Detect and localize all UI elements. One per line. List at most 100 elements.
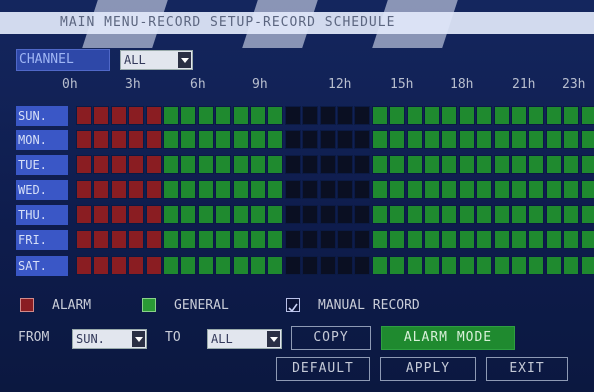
schedule-cell[interactable] — [406, 130, 423, 149]
schedule-cell[interactable] — [319, 130, 336, 149]
schedule-cell[interactable] — [302, 155, 319, 174]
schedule-cell[interactable] — [180, 205, 197, 224]
schedule-cell[interactable] — [337, 205, 353, 224]
schedule-cell[interactable] — [476, 256, 493, 275]
schedule-cell[interactable] — [406, 205, 423, 224]
schedule-cell[interactable] — [476, 130, 493, 149]
schedule-cell[interactable] — [458, 106, 475, 125]
schedule-cell[interactable] — [389, 205, 406, 224]
schedule-cell[interactable] — [580, 155, 594, 174]
schedule-cell[interactable] — [180, 230, 197, 249]
schedule-cell[interactable] — [180, 106, 197, 125]
schedule-cell[interactable] — [545, 106, 562, 125]
schedule-cell[interactable] — [441, 130, 458, 149]
schedule-cell[interactable] — [145, 256, 162, 275]
schedule-cell[interactable] — [250, 205, 266, 224]
schedule-cell[interactable] — [371, 205, 388, 224]
schedule-cell[interactable] — [493, 106, 510, 125]
schedule-cell[interactable] — [93, 155, 110, 174]
schedule-cell[interactable] — [580, 180, 594, 199]
schedule-cell[interactable] — [250, 155, 266, 174]
schedule-cell[interactable] — [197, 256, 214, 275]
schedule-cell[interactable] — [215, 256, 232, 275]
schedule-cell[interactable] — [197, 205, 214, 224]
schedule-cell[interactable] — [441, 256, 458, 275]
schedule-cell[interactable] — [476, 205, 493, 224]
manual-record-checkbox[interactable] — [286, 298, 300, 313]
schedule-cell[interactable] — [563, 230, 580, 249]
schedule-cell[interactable] — [354, 230, 371, 249]
schedule-cell[interactable] — [302, 180, 319, 199]
schedule-cell[interactable] — [232, 205, 249, 224]
schedule-cell[interactable] — [493, 130, 510, 149]
schedule-cell[interactable] — [197, 155, 214, 174]
schedule-cell[interactable] — [110, 205, 127, 224]
schedule-cell[interactable] — [389, 180, 406, 199]
schedule-cell[interactable] — [337, 130, 353, 149]
schedule-cell[interactable] — [424, 130, 440, 149]
schedule-cell[interactable] — [197, 106, 214, 125]
schedule-cell[interactable] — [128, 256, 145, 275]
schedule-cell[interactable] — [493, 155, 510, 174]
schedule-cell[interactable] — [424, 106, 440, 125]
schedule-cell[interactable] — [337, 155, 353, 174]
alarm-mode-button[interactable]: ALARM MODE — [381, 326, 515, 350]
schedule-cell[interactable] — [110, 155, 127, 174]
schedule-cell[interactable] — [284, 155, 301, 174]
schedule-cell[interactable] — [180, 256, 197, 275]
schedule-cell[interactable] — [441, 180, 458, 199]
schedule-cell[interactable] — [250, 256, 266, 275]
schedule-cell[interactable] — [215, 205, 232, 224]
schedule-cell[interactable] — [232, 106, 249, 125]
schedule-cell[interactable] — [458, 205, 475, 224]
schedule-cell[interactable] — [406, 106, 423, 125]
schedule-cell[interactable] — [563, 130, 580, 149]
schedule-cell[interactable] — [163, 205, 179, 224]
schedule-cell[interactable] — [128, 205, 145, 224]
schedule-cell[interactable] — [511, 230, 527, 249]
schedule-cell[interactable] — [354, 106, 371, 125]
schedule-cell[interactable] — [406, 256, 423, 275]
schedule-cell[interactable] — [545, 155, 562, 174]
schedule-cell[interactable] — [354, 180, 371, 199]
schedule-cell[interactable] — [302, 106, 319, 125]
schedule-cell[interactable] — [145, 230, 162, 249]
schedule-cell[interactable] — [110, 180, 127, 199]
schedule-cell[interactable] — [337, 256, 353, 275]
schedule-cell[interactable] — [458, 256, 475, 275]
schedule-cell[interactable] — [93, 106, 110, 125]
apply-button[interactable]: APPLY — [380, 357, 476, 381]
schedule-cell[interactable] — [319, 106, 336, 125]
schedule-cell[interactable] — [493, 256, 510, 275]
schedule-cell[interactable] — [458, 230, 475, 249]
schedule-cell[interactable] — [197, 130, 214, 149]
schedule-cell[interactable] — [337, 106, 353, 125]
schedule-cell[interactable] — [215, 180, 232, 199]
schedule-cell[interactable] — [511, 205, 527, 224]
schedule-cell[interactable] — [93, 256, 110, 275]
schedule-cell[interactable] — [476, 155, 493, 174]
schedule-cell[interactable] — [319, 180, 336, 199]
schedule-cell[interactable] — [284, 130, 301, 149]
schedule-cell[interactable] — [76, 180, 92, 199]
schedule-cell[interactable] — [76, 155, 92, 174]
schedule-cell[interactable] — [163, 180, 179, 199]
schedule-cell[interactable] — [163, 256, 179, 275]
schedule-cell[interactable] — [163, 106, 179, 125]
schedule-cell[interactable] — [389, 230, 406, 249]
schedule-cell[interactable] — [93, 230, 110, 249]
schedule-cell[interactable] — [302, 230, 319, 249]
schedule-cell[interactable] — [76, 230, 92, 249]
schedule-cell[interactable] — [337, 230, 353, 249]
schedule-cell[interactable] — [163, 155, 179, 174]
schedule-cell[interactable] — [319, 205, 336, 224]
schedule-cell[interactable] — [493, 230, 510, 249]
schedule-cell[interactable] — [76, 130, 92, 149]
schedule-cell[interactable] — [563, 106, 580, 125]
schedule-cell[interactable] — [337, 180, 353, 199]
schedule-cell[interactable] — [424, 155, 440, 174]
schedule-cell[interactable] — [580, 230, 594, 249]
schedule-cell[interactable] — [528, 130, 545, 149]
to-day-dropdown[interactable]: ALL — [207, 329, 282, 349]
schedule-cell[interactable] — [545, 256, 562, 275]
